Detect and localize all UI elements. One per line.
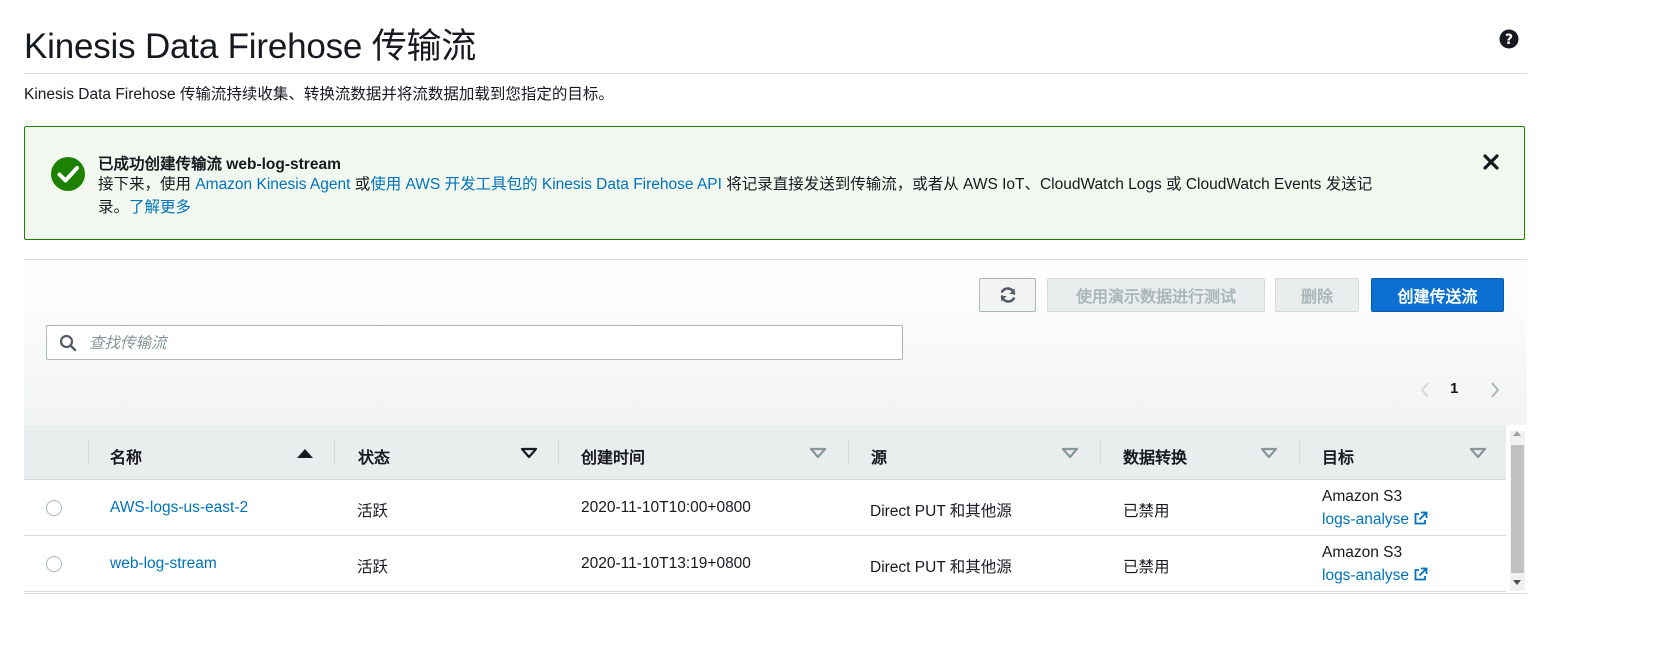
sort-caret-down-icon[interactable] xyxy=(809,447,827,459)
test-with-demo-data-button[interactable]: 使用演示数据进行测试 xyxy=(1047,278,1265,312)
column-label: 源 xyxy=(871,450,888,467)
success-flash-message: 已成功创建传输流 web-log-stream 接下来，使用 Amazon Ki… xyxy=(24,126,1525,240)
destination-link-cell[interactable]: logs-analyse xyxy=(1322,511,1428,529)
table-scrollbar[interactable] xyxy=(1510,431,1525,591)
status-cell: 活跃 xyxy=(357,503,389,520)
table-header: 名称 状态 创建时间 源 数据转换 目标 xyxy=(24,425,1506,480)
status-cell: 活跃 xyxy=(357,559,389,576)
column-label: 创建时间 xyxy=(581,450,646,467)
search-icon xyxy=(59,334,77,352)
page-title: Kinesis Data Firehose 传输流 xyxy=(24,27,477,66)
flash-body: 接下来，使用 Amazon Kinesis Agent 或使用 AWS 开发工具… xyxy=(98,174,1398,219)
chevron-left-icon[interactable] xyxy=(1418,380,1432,400)
sort-caret-down-icon[interactable] xyxy=(520,447,538,459)
scroll-down-arrow-icon[interactable] xyxy=(1513,580,1521,585)
help-circle-icon[interactable]: ? xyxy=(1498,28,1520,50)
column-header-status[interactable]: 状态 xyxy=(334,425,558,479)
stream-name-link[interactable]: AWS-logs-us-east-2 xyxy=(110,499,248,516)
page-description: Kinesis Data Firehose 传输流持续收集、转换流数据并将流数据… xyxy=(24,86,614,103)
row-select-radio[interactable] xyxy=(46,500,62,516)
flash-title: 已成功创建传输流 web-log-stream xyxy=(98,156,341,173)
external-link-icon[interactable] xyxy=(1413,567,1428,582)
title-divider xyxy=(24,73,1527,74)
pagination: 1 xyxy=(1414,378,1504,402)
column-label: 状态 xyxy=(358,450,391,467)
current-page-number[interactable]: 1 xyxy=(1450,380,1458,397)
column-header-source[interactable]: 源 xyxy=(848,425,1100,479)
destination-bucket-link[interactable]: logs-analyse xyxy=(1322,511,1409,528)
learn-more-link[interactable]: 了解更多 xyxy=(129,199,191,216)
source-cell: Direct PUT 和其他源 xyxy=(870,503,1012,520)
refresh-icon xyxy=(1000,287,1015,303)
kinesis-agent-link[interactable]: Amazon Kinesis Agent xyxy=(195,176,350,193)
column-label: 目标 xyxy=(1322,450,1355,467)
flash-body-prefix: 接下来，使用 xyxy=(98,176,196,193)
delivery-streams-panel: 使用演示数据进行测试 删除 创建传送流 1 xyxy=(24,259,1527,425)
created-time-cell: 2020-11-10T13:19+0800 xyxy=(581,555,751,572)
column-header-name[interactable]: 名称 xyxy=(88,425,334,479)
transform-cell: 已禁用 xyxy=(1123,559,1170,576)
scrollbar-thumb[interactable] xyxy=(1511,445,1524,573)
table-row[interactable]: AWS-logs-us-east-2 活跃 2020-11-10T10:00+0… xyxy=(24,480,1506,536)
column-label: 名称 xyxy=(110,450,143,467)
delete-button[interactable]: 删除 xyxy=(1275,278,1359,312)
scroll-up-arrow-icon[interactable] xyxy=(1513,431,1521,436)
flash-body-mid: 或 xyxy=(350,176,371,193)
column-label: 数据转换 xyxy=(1123,450,1188,467)
delivery-streams-table: 名称 状态 创建时间 源 数据转换 目标 AWS-logs-us-east-2 … xyxy=(24,425,1527,594)
table-row[interactable]: web-log-stream 活跃 2020-11-10T13:19+0800 … xyxy=(24,536,1506,592)
create-delivery-stream-button[interactable]: 创建传送流 xyxy=(1371,278,1504,312)
column-header-transform[interactable]: 数据转换 xyxy=(1100,425,1299,479)
chevron-right-icon[interactable] xyxy=(1488,380,1502,400)
sort-caret-down-icon[interactable] xyxy=(1469,447,1487,459)
destination-link-cell[interactable]: logs-analyse xyxy=(1322,567,1428,585)
source-cell: Direct PUT 和其他源 xyxy=(870,559,1012,576)
check-circle-icon xyxy=(51,157,85,191)
destination-bucket-link[interactable]: logs-analyse xyxy=(1322,567,1409,584)
sort-caret-down-icon[interactable] xyxy=(1061,447,1079,459)
destination-type-cell: Amazon S3 xyxy=(1322,544,1403,561)
external-link-icon[interactable] xyxy=(1413,511,1428,526)
refresh-button[interactable] xyxy=(979,278,1036,312)
transform-cell: 已禁用 xyxy=(1123,503,1170,520)
firehose-api-link[interactable]: 使用 AWS 开发工具包的 Kinesis Data Firehose API xyxy=(370,176,722,193)
close-icon[interactable] xyxy=(1482,153,1500,171)
sort-ascending-icon[interactable] xyxy=(296,447,314,459)
svg-text:?: ? xyxy=(1505,32,1513,48)
sort-caret-down-icon[interactable] xyxy=(1260,447,1278,459)
row-select-radio[interactable] xyxy=(46,556,62,572)
destination-type-cell: Amazon S3 xyxy=(1322,488,1403,505)
stream-name-link[interactable]: web-log-stream xyxy=(110,555,217,572)
created-time-cell: 2020-11-10T10:00+0800 xyxy=(581,499,751,516)
search-box xyxy=(46,325,903,360)
column-header-destination[interactable]: 目标 xyxy=(1299,425,1506,479)
search-input[interactable] xyxy=(87,327,891,360)
column-header-created[interactable]: 创建时间 xyxy=(558,425,848,479)
